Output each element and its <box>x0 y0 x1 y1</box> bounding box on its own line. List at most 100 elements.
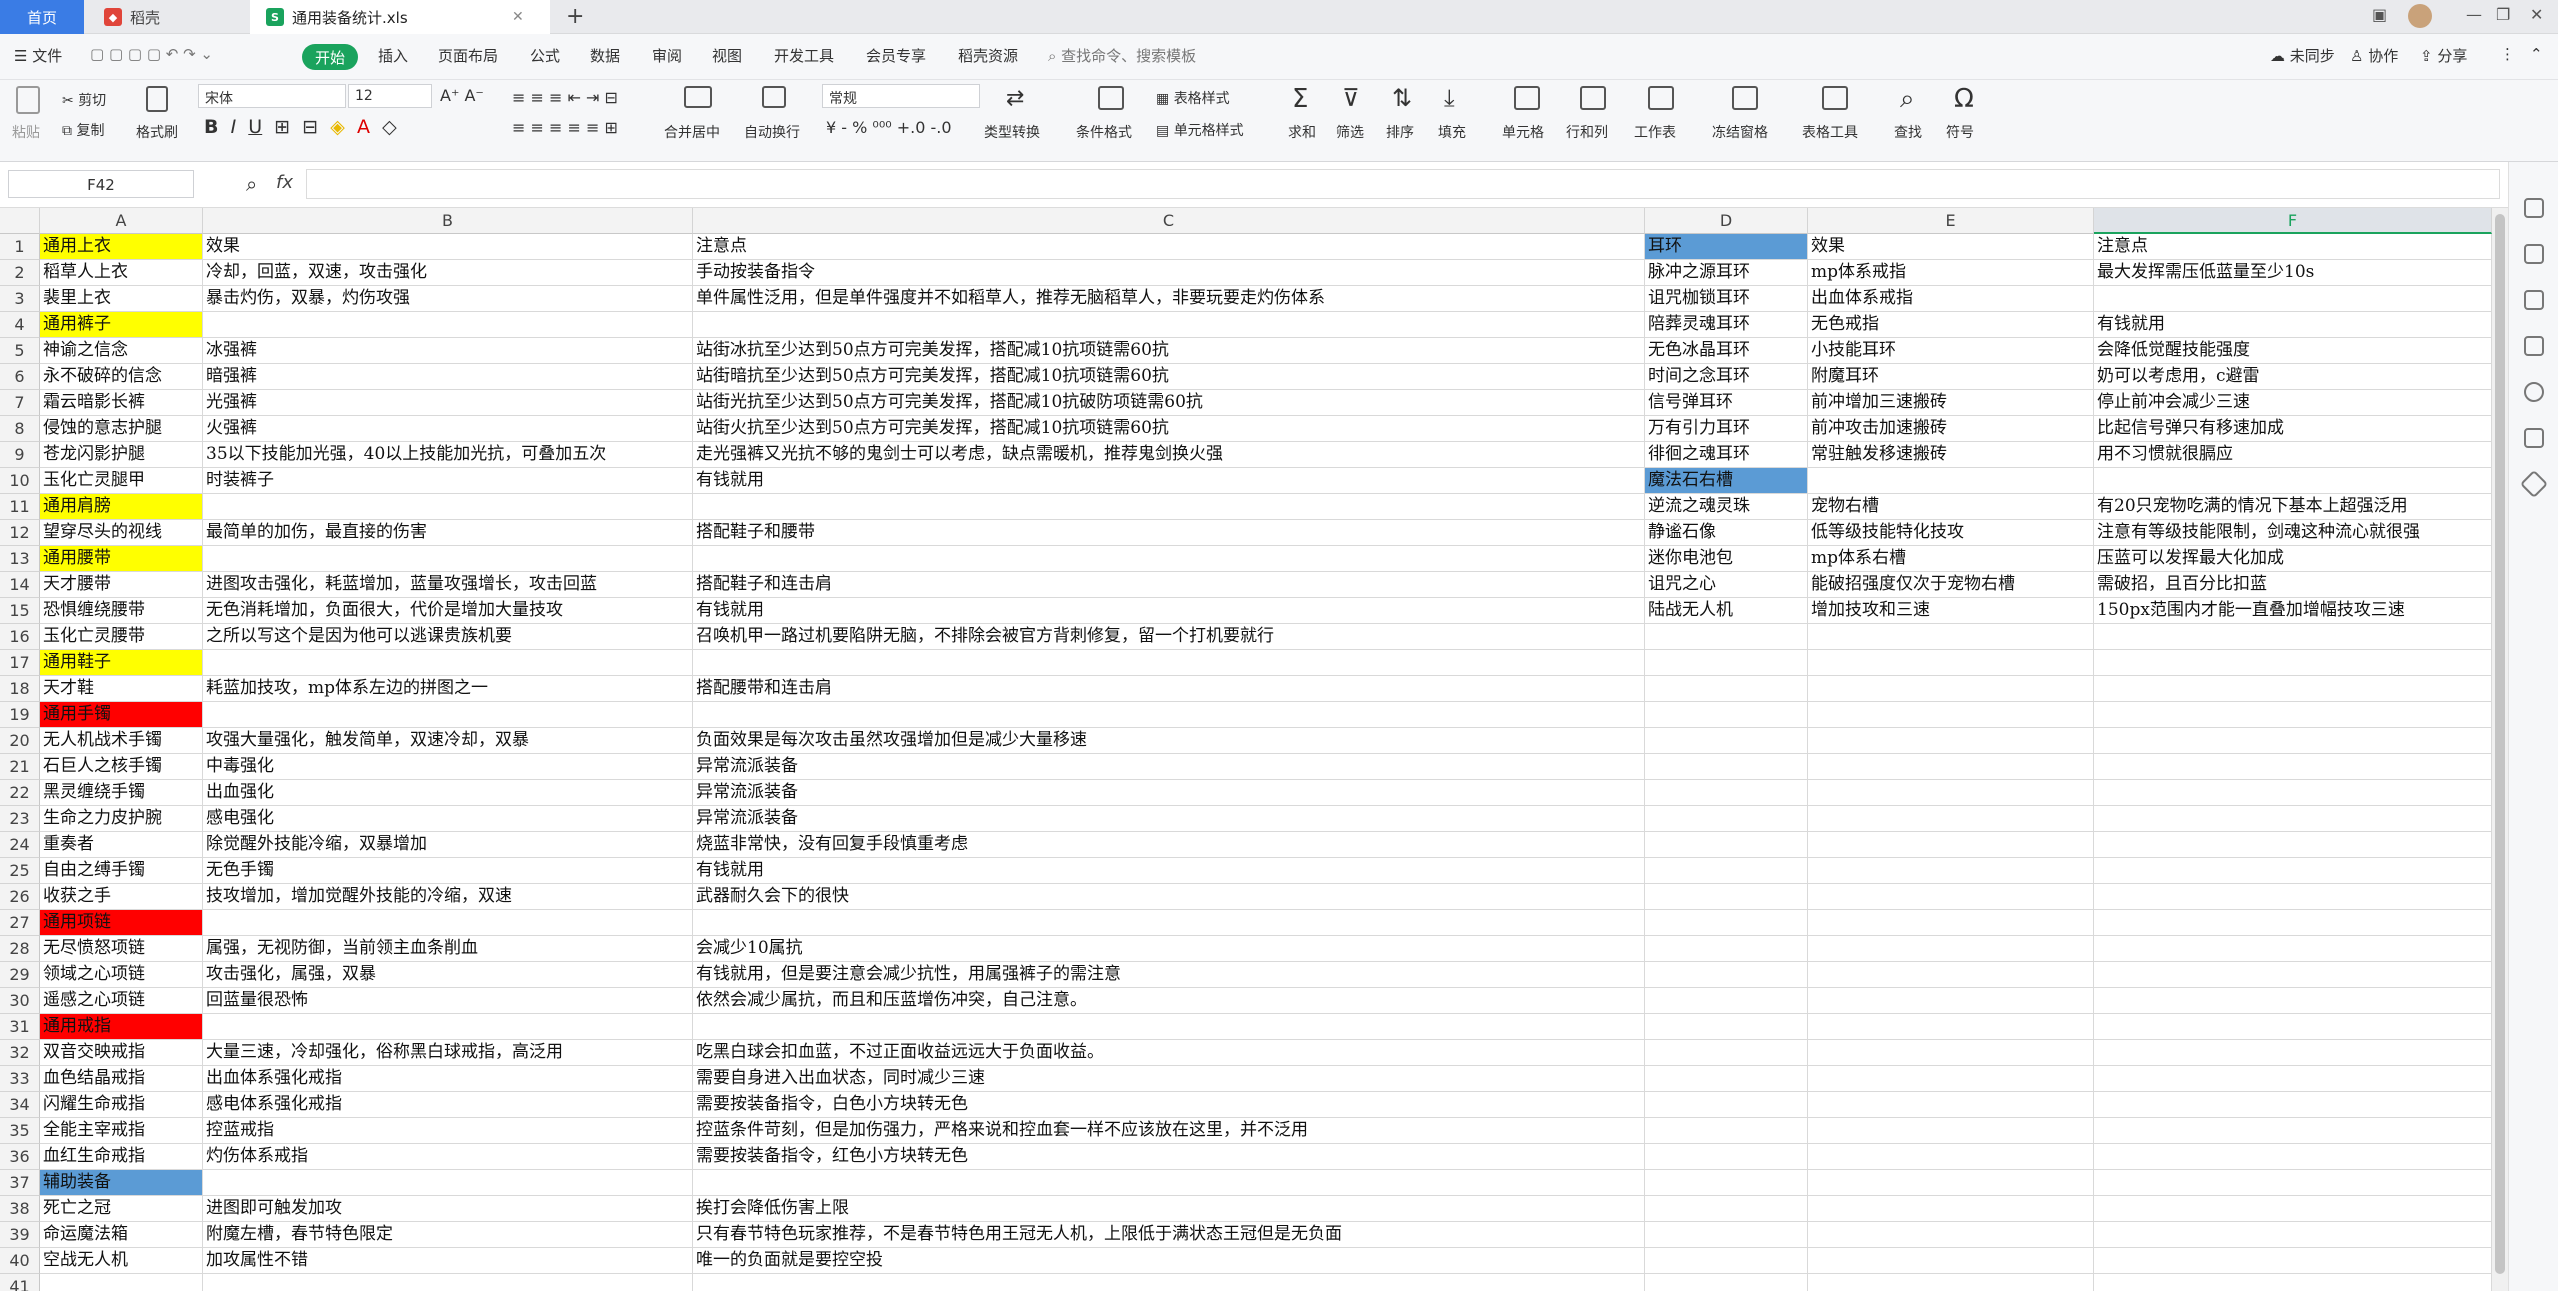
cell-a41[interactable] <box>40 1274 203 1291</box>
cell-d14[interactable]: 诅咒之心 <box>1645 572 1808 598</box>
cell-f1[interactable]: 注意点 <box>2094 234 2492 260</box>
cell-d35[interactable] <box>1645 1118 1808 1144</box>
cell-a10[interactable]: 玉化亡灵腿甲 <box>40 468 203 494</box>
fill-button[interactable]: 填充 <box>1438 122 1466 142</box>
menu-docer[interactable]: 稻壳资源 <box>958 45 1018 66</box>
cell-c2[interactable]: 手动按装备指令 <box>693 260 1645 286</box>
cell-f14[interactable]: 需破招，且百分比扣蓝 <box>2094 572 2492 598</box>
cell-e16[interactable] <box>1808 624 2094 650</box>
cell-d25[interactable] <box>1645 858 1808 884</box>
column-header-c[interactable]: C <box>693 208 1645 234</box>
row-header[interactable]: 36 <box>0 1144 40 1170</box>
cell-d12[interactable]: 静谧石像 <box>1645 520 1808 546</box>
row-header[interactable]: 17 <box>0 650 40 676</box>
cell-f12[interactable]: 注意有等级技能限制，剑魂这种流心就很强 <box>2094 520 2492 546</box>
cell-b27[interactable] <box>203 910 693 936</box>
cell-d9[interactable]: 徘徊之魂耳环 <box>1645 442 1808 468</box>
collapse-ribbon-icon[interactable]: ⌃ <box>2530 45 2543 63</box>
row-header[interactable]: 15 <box>0 598 40 624</box>
cell-b40[interactable]: 加攻属性不错 <box>203 1248 693 1274</box>
cell-d5[interactable]: 无色冰晶耳环 <box>1645 338 1808 364</box>
cell-f6[interactable]: 奶可以考虑用，c避雷 <box>2094 364 2492 390</box>
cell-c13[interactable] <box>693 546 1645 572</box>
cell-c33[interactable]: 需要自身进入出血状态，同时减少三速 <box>693 1066 1645 1092</box>
cell-d29[interactable] <box>1645 962 1808 988</box>
cell-d10[interactable]: 魔法石右槽 <box>1645 468 1808 494</box>
cell-a32[interactable]: 双音交映戒指 <box>40 1040 203 1066</box>
cell-f3[interactable] <box>2094 286 2492 312</box>
cell-c21[interactable]: 异常流派装备 <box>693 754 1645 780</box>
cell-c41[interactable] <box>693 1274 1645 1291</box>
cell-d11[interactable]: 逆流之魂灵珠 <box>1645 494 1808 520</box>
row-header[interactable]: 11 <box>0 494 40 520</box>
cell-e13[interactable]: mp体系右槽 <box>1808 546 2094 572</box>
cell-b7[interactable]: 光强裤 <box>203 390 693 416</box>
cell-f2[interactable]: 最大发挥需压低蓝量至少10s <box>2094 260 2492 286</box>
cell-c18[interactable]: 搭配腰带和连击肩 <box>693 676 1645 702</box>
cell-style-button[interactable]: ▤ 单元格样式 <box>1156 120 1244 140</box>
row-header[interactable]: 24 <box>0 832 40 858</box>
cell-d1[interactable]: 耳环 <box>1645 234 1808 260</box>
type-convert-button[interactable]: 类型转换 <box>984 122 1040 142</box>
menu-review[interactable]: 审阅 <box>652 45 682 66</box>
row-header[interactable]: 35 <box>0 1118 40 1144</box>
cell-a31[interactable]: 通用戒指 <box>40 1014 203 1040</box>
cell-a40[interactable]: 空战无人机 <box>40 1248 203 1274</box>
row-header[interactable]: 19 <box>0 702 40 728</box>
cell-f39[interactable] <box>2094 1222 2492 1248</box>
cell-a33[interactable]: 血色结晶戒指 <box>40 1066 203 1092</box>
cell-b23[interactable]: 感电强化 <box>203 806 693 832</box>
cell-f34[interactable] <box>2094 1092 2492 1118</box>
row-header[interactable]: 12 <box>0 520 40 546</box>
cell-a1[interactable]: 通用上衣 <box>40 234 203 260</box>
cell-b12[interactable]: 最简单的加伤，最直接的伤害 <box>203 520 693 546</box>
cell-d27[interactable] <box>1645 910 1808 936</box>
row-header[interactable]: 1 <box>0 234 40 260</box>
paste-button[interactable]: 粘贴 <box>12 122 40 142</box>
cell-e23[interactable] <box>1808 806 2094 832</box>
conditional-format-icon[interactable] <box>1098 86 1124 110</box>
cell-f30[interactable] <box>2094 988 2492 1014</box>
cell-b17[interactable] <box>203 650 693 676</box>
number-format-icons[interactable]: ¥ - % ⁰⁰⁰ +.0 -.0 <box>826 118 952 137</box>
sort-button[interactable]: 排序 <box>1386 122 1414 142</box>
symbol-button[interactable]: 符号 <box>1946 122 1974 142</box>
cell-b5[interactable]: 冰强裤 <box>203 338 693 364</box>
cell-a25[interactable]: 自由之缚手镯 <box>40 858 203 884</box>
merge-center-icon[interactable] <box>684 86 712 108</box>
row-header[interactable]: 5 <box>0 338 40 364</box>
cell-e31[interactable] <box>1808 1014 2094 1040</box>
cell-d37[interactable] <box>1645 1170 1808 1196</box>
cell-e19[interactable] <box>1808 702 2094 728</box>
cell-f41[interactable] <box>2094 1274 2492 1291</box>
font-size-select[interactable]: 12 <box>348 84 432 108</box>
cell-c20[interactable]: 负面效果是每次攻击虽然攻强增加但是减少大量移速 <box>693 728 1645 754</box>
cell-e35[interactable] <box>1808 1118 2094 1144</box>
table-tools-button[interactable]: 表格工具 <box>1802 122 1858 142</box>
row-header[interactable]: 10 <box>0 468 40 494</box>
menu-page-layout[interactable]: 页面布局 <box>438 45 498 66</box>
sidebar-help-icon[interactable] <box>2524 382 2544 402</box>
cell-c19[interactable] <box>693 702 1645 728</box>
tab-close-icon[interactable]: ✕ <box>512 9 524 25</box>
cell-c32[interactable]: 吃黑白球会扣血蓝，不过正面收益远远大于负面收益。 <box>693 1040 1645 1066</box>
cell-f35[interactable] <box>2094 1118 2492 1144</box>
cell-b30[interactable]: 回蓝量很恐怖 <box>203 988 693 1014</box>
cell-a22[interactable]: 黑灵缠绕手镯 <box>40 780 203 806</box>
format-painter-button[interactable]: 格式刷 <box>136 122 178 142</box>
cell-e34[interactable] <box>1808 1092 2094 1118</box>
cell-f22[interactable] <box>2094 780 2492 806</box>
cell-b39[interactable]: 附魔左槽，春节特色限定 <box>203 1222 693 1248</box>
cell-d15[interactable]: 陆战无人机 <box>1645 598 1808 624</box>
row-header[interactable]: 23 <box>0 806 40 832</box>
cell-f13[interactable]: 压蓝可以发挥最大化加成 <box>2094 546 2492 572</box>
cell-a27[interactable]: 通用项链 <box>40 910 203 936</box>
column-header-b[interactable]: B <box>203 208 693 234</box>
cell-d28[interactable] <box>1645 936 1808 962</box>
cell-b38[interactable]: 进图即可触发加攻 <box>203 1196 693 1222</box>
cell-b35[interactable]: 控蓝戒指 <box>203 1118 693 1144</box>
cell-e38[interactable] <box>1808 1196 2094 1222</box>
cell-f29[interactable] <box>2094 962 2492 988</box>
font-style-icons[interactable]: B I U ⊞ ⊟ ◈ A ◇ <box>204 116 397 138</box>
cell-b34[interactable]: 感电体系强化戒指 <box>203 1092 693 1118</box>
